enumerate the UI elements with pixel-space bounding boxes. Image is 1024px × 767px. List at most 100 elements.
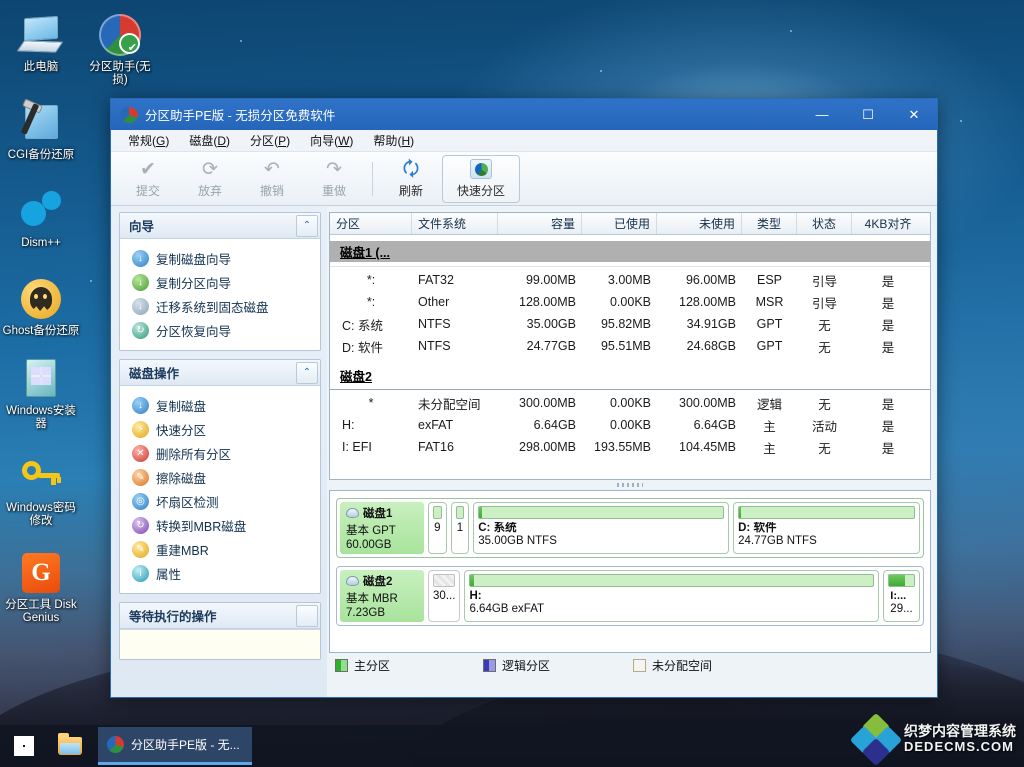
cell-used: 193.55MB — [594, 440, 651, 454]
check-icon: ✔ — [140, 158, 156, 180]
column-header-partition[interactable]: 分区 — [330, 213, 412, 234]
cell-unused: 6.64GB — [693, 418, 736, 432]
partition-label: I:... — [890, 590, 907, 602]
sidebar-item-properties[interactable]: i 属性 — [126, 561, 316, 585]
cell-filesystem: NTFS — [418, 317, 451, 331]
partition-table: 分区 文件系统 容量 已使用 未使用 类型 状态 4KB对齐 磁盘1 (... — [329, 212, 931, 480]
sidebar-item-copy-partition-wizard[interactable]: ↓ 复制分区向导 — [126, 270, 316, 294]
table-row[interactable]: * 未分配空间 300.00MB 0.00KB 300.00MB 逻辑 无 是 — [330, 392, 930, 414]
table-row[interactable]: *: FAT32 99.00MB 3.00MB 96.00MB ESP 引导 是 — [330, 269, 930, 291]
column-header-filesystem[interactable]: 文件系统 — [412, 213, 498, 234]
discard-button[interactable]: ⟳ 放弃 — [179, 155, 241, 203]
start-button[interactable] — [0, 725, 48, 767]
menu-bar: 常规(G) 磁盘(D) 分区(P) 向导(W) 帮助(H) — [111, 130, 937, 152]
redo-button[interactable]: ↷ 重做 — [303, 155, 365, 203]
sidebar-item-partition-recovery-wizard[interactable]: ↻ 分区恢复向导 — [126, 318, 316, 342]
desktop-icon-cgi-backup[interactable]: CGI备份还原 — [0, 96, 82, 162]
table-row[interactable]: D: 软件 NTFS 24.77GB 95.51MB 24.68GB GPT 无… — [330, 335, 930, 357]
partition-table-header: 分区 文件系统 容量 已使用 未使用 类型 状态 4KB对齐 — [330, 213, 930, 235]
table-row[interactable]: C: 系统 NTFS 35.00GB 95.82MB 34.91GB GPT 无… — [330, 313, 930, 335]
sidebar-item-copy-disk[interactable]: ↓ 复制磁盘 — [126, 393, 316, 417]
disk-group-header-2[interactable]: 磁盘2 — [330, 364, 930, 386]
pending-operations-list — [120, 629, 320, 659]
commit-button[interactable]: ✔ 提交 — [117, 155, 179, 203]
desktop-icon-windows-password[interactable]: Windows密码修改 — [0, 449, 82, 528]
taskbar-item-partition-assistant[interactable]: 分区助手PE版 - 无... — [98, 727, 252, 765]
column-header-4kb-aligned[interactable]: 4KB对齐 — [852, 213, 924, 234]
minimize-button[interactable]: — — [799, 99, 845, 130]
table-row[interactable]: H: exFAT 6.64GB 0.00KB 6.64GB 主 活动 是 — [330, 414, 930, 436]
refresh-label: 刷新 — [398, 184, 423, 198]
disk-scheme: 基本 MBR — [346, 593, 398, 605]
sidebar-item-migrate-os[interactable]: ↓ 迁移系统到固态磁盘 — [126, 294, 316, 318]
desktop-icon-ghost-backup[interactable]: Ghost备份还原 — [0, 272, 82, 338]
menu-item-general[interactable]: 常规(G) — [119, 130, 178, 151]
sidebar-item-quick-partition[interactable]: ⚡ 快速分区 — [126, 417, 316, 441]
file-explorer-button[interactable] — [48, 725, 92, 767]
sidebar-item-copy-disk-wizard[interactable]: ↓ 复制磁盘向导 — [126, 246, 316, 270]
menu-item-help[interactable]: 帮助(H) — [364, 130, 423, 151]
menu-item-partition[interactable]: 分区(P) — [241, 130, 299, 151]
sidebar-item-convert-to-mbr[interactable]: ↻ 转换到MBR磁盘 — [126, 513, 316, 537]
sidebar-item-delete-all-partitions[interactable]: ✕ 删除所有分区 — [126, 441, 316, 465]
column-header-used[interactable]: 已使用 — [582, 213, 657, 234]
desktop-icon-dism[interactable]: Dism++ — [0, 184, 82, 250]
column-header-status[interactable]: 状态 — [797, 213, 852, 234]
desktop-icon-label: Windows安装器 — [6, 405, 76, 430]
desktop-icon-label: CGI备份还原 — [7, 149, 75, 161]
disk-group-header-1[interactable]: 磁盘1 (... — [330, 241, 930, 263]
window-title-bar[interactable]: 分区助手PE版 - 无损分区免费软件 — ☐ ✕ — [111, 99, 937, 130]
partition-block-d[interactable]: D: 软件 24.77GB NTFS — [733, 502, 920, 554]
wizard-panel-collapse-button[interactable]: ⌃ — [296, 214, 318, 237]
maximize-button[interactable]: ☐ — [845, 99, 891, 130]
taskbar-item-label: 分区助手PE版 - 无... — [131, 738, 240, 752]
undo-button[interactable]: ↶ 撤销 — [241, 155, 303, 203]
wipe-disk-icon: ✎ — [132, 468, 149, 486]
partition-block-h[interactable]: H: 6.64GB exFAT — [464, 570, 880, 622]
cell-partition: *: — [366, 273, 376, 287]
cell-filesystem: FAT16 — [418, 440, 454, 454]
pane-splitter[interactable] — [329, 480, 931, 490]
column-header-unused[interactable]: 未使用 — [657, 213, 742, 234]
menu-item-wizard[interactable]: 向导(W) — [301, 130, 362, 151]
disk-operations-panel-collapse-button[interactable]: ⌃ — [296, 361, 318, 384]
quick-partition-button[interactable]: 快速分区 — [442, 154, 520, 203]
partition-detail: 30... — [433, 590, 456, 602]
partition-block-i[interactable]: I:... 29... — [883, 570, 920, 622]
desktop-icon-this-pc[interactable]: 此电脑 — [0, 8, 82, 74]
cell-status: 无 — [818, 340, 831, 355]
partition-block-msr[interactable]: 1 — [450, 502, 470, 554]
splitter-grip — [617, 483, 643, 487]
partition-block-esp[interactable]: 9 — [428, 502, 447, 554]
disk-map-disk-2[interactable]: 磁盘2 基本 MBR 7.23GB 30... H: 6.64GB exFAT … — [336, 566, 924, 626]
windows-password-icon — [18, 453, 64, 499]
column-header-type[interactable]: 类型 — [742, 213, 797, 234]
pending-operations-collapse-button[interactable] — [296, 604, 318, 627]
rebuild-mbr-icon: ✎ — [132, 540, 149, 558]
sidebar-item-label: 复制磁盘 — [156, 399, 207, 414]
window-title: 分区助手PE版 - 无损分区免费软件 — [145, 109, 336, 123]
menu-item-disk[interactable]: 磁盘(D) — [180, 130, 239, 151]
sidebar-item-wipe-disk[interactable]: ✎ 擦除磁盘 — [126, 465, 316, 489]
cell-type: GPT — [756, 317, 783, 331]
cell-unused: 24.68GB — [686, 339, 736, 353]
cell-aligned: 是 — [881, 419, 895, 434]
table-row[interactable]: I: EFI FAT16 298.00MB 193.55MB 104.45MB … — [330, 436, 930, 458]
partition-block-c[interactable]: C: 系统 35.00GB NTFS — [473, 502, 730, 554]
partition-block-unallocated[interactable]: 30... — [428, 570, 461, 622]
table-row[interactable]: *: Other 128.00MB 0.00KB 128.00MB MSR 引导… — [330, 291, 930, 313]
close-button[interactable]: ✕ — [891, 99, 937, 130]
desktop-icon-diskgenius[interactable]: G 分区工具 DiskGenius — [0, 546, 82, 625]
cell-type: ESP — [756, 273, 782, 287]
sidebar-item-rebuild-mbr[interactable]: ✎ 重建MBR — [126, 537, 316, 561]
undo-label: 撤销 — [259, 184, 284, 198]
disk-map-disk-1[interactable]: 磁盘1 基本 GPT 60.00GB 9 1 C: 系统 35.00GB NTF… — [336, 498, 924, 558]
ghost-backup-icon — [18, 276, 64, 322]
discard-label: 放弃 — [197, 184, 222, 198]
column-header-capacity[interactable]: 容量 — [498, 213, 582, 234]
sidebar-item-bad-sector-check[interactable]: ◎ 坏扇区检测 — [126, 489, 316, 513]
desktop-icon-partition-assistant[interactable]: 分区助手(无损) — [82, 8, 158, 87]
dism-icon — [18, 188, 64, 234]
desktop-icon-windows-installer[interactable]: Windows安装器 — [0, 352, 82, 431]
refresh-button[interactable]: 🗘 刷新 — [380, 155, 442, 203]
